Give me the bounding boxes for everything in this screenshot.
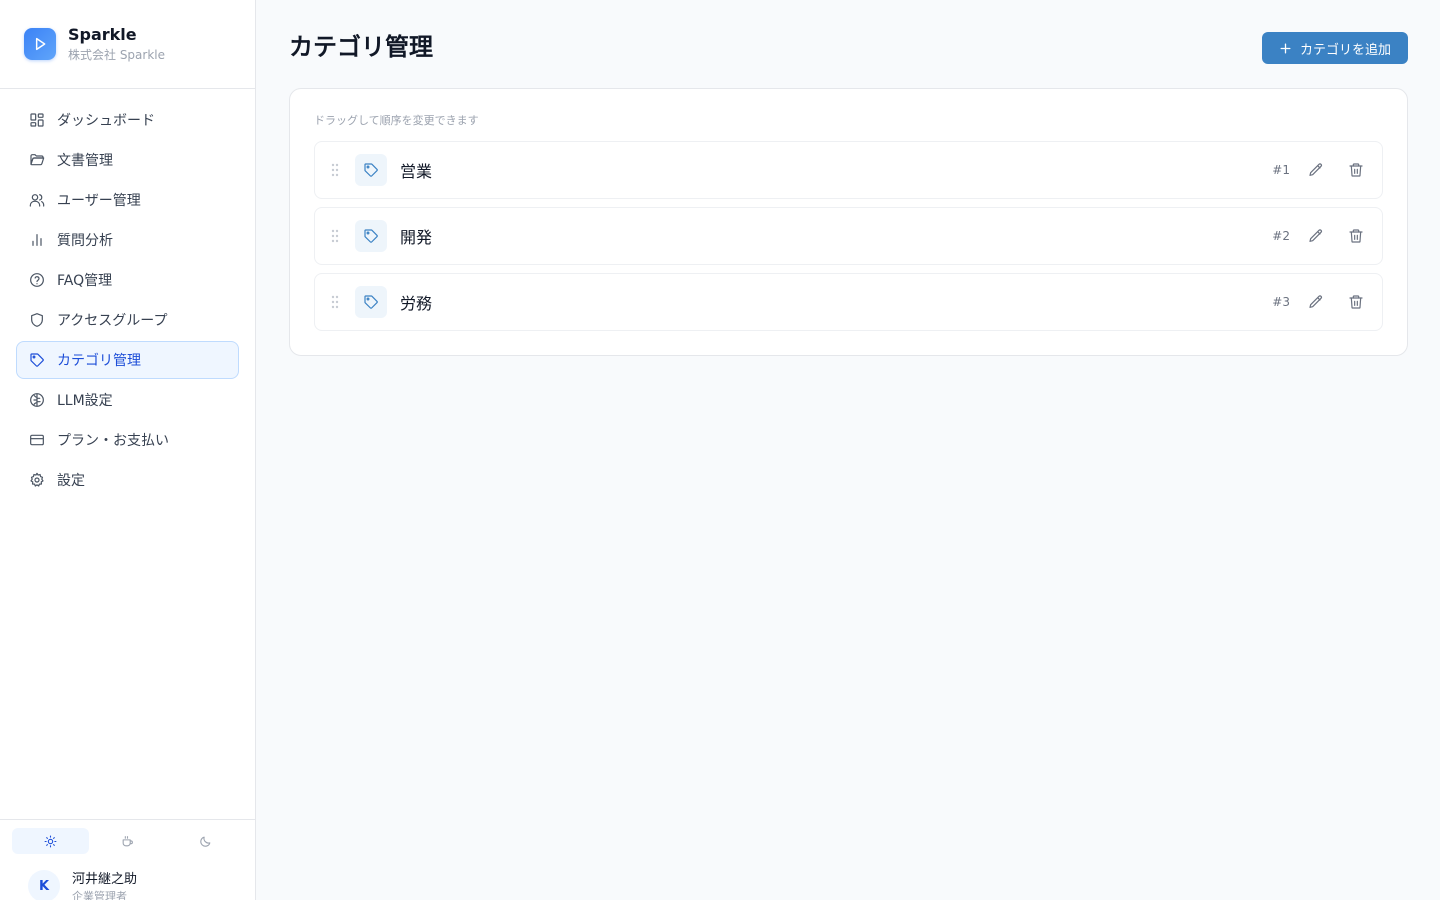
sidebar-item-dashboard[interactable]: ダッシュボード: [16, 101, 239, 139]
sun-icon: [44, 835, 57, 847]
brand-logo[interactable]: [24, 28, 56, 60]
drag-handle-icon[interactable]: [315, 295, 355, 309]
page-title: カテゴリ管理: [289, 33, 433, 61]
pencil-icon: [1309, 229, 1322, 242]
sidebar-item-llm-settings[interactable]: LLM設定: [16, 381, 239, 419]
category-order: #3: [1272, 295, 1290, 309]
sidebar-item-users[interactable]: ユーザー管理: [16, 181, 239, 219]
sidebar: Sparkle 株式会社 Sparkle ダッシュボード 文書管理 ユーザー管理: [0, 0, 256, 900]
bar-chart-icon: [29, 232, 45, 248]
category-name: 営業: [400, 162, 433, 181]
trash-icon: [1349, 163, 1363, 177]
trash-icon: [1349, 229, 1363, 243]
user-role: 企業管理者: [72, 890, 127, 900]
sidebar-item-label: カテゴリ管理: [57, 353, 141, 369]
brand-name: Sparkle: [68, 25, 137, 44]
list-item[interactable]: 営業 #1: [314, 141, 1383, 199]
folder-icon: [29, 152, 45, 168]
theme-switch: [12, 828, 244, 854]
tag-icon: [355, 220, 387, 252]
delete-button[interactable]: [1342, 156, 1370, 184]
brand-company: 株式会社 Sparkle: [68, 48, 166, 62]
sidebar-item-label: プラン・お支払い: [57, 433, 169, 449]
category-name: 開発: [400, 228, 433, 247]
user-name: 河井継之助: [72, 872, 138, 887]
tag-icon: [355, 286, 387, 318]
plus-icon: [1279, 42, 1292, 55]
sidebar-item-analytics[interactable]: 質問分析: [16, 221, 239, 259]
pencil-icon: [1309, 163, 1322, 176]
sidebar-item-label: LLM設定: [57, 393, 113, 409]
brand-header: Sparkle 株式会社 Sparkle: [0, 0, 255, 89]
tag-icon: [355, 154, 387, 186]
pencil-icon: [1309, 295, 1322, 308]
theme-warm-button[interactable]: [89, 828, 166, 854]
sidebar-item-settings[interactable]: 設定: [16, 461, 239, 499]
sidebar-item-categories[interactable]: カテゴリ管理: [16, 341, 239, 379]
user-profile[interactable]: K 河井継之助 企業管理者: [28, 870, 137, 900]
sidebar-item-label: 質問分析: [57, 233, 113, 249]
theme-light-button[interactable]: [12, 828, 90, 854]
category-list-card: ドラッグして順序を変更できます 営業 #1 開発 #2 労務 #3: [289, 88, 1408, 356]
coffee-icon: [123, 835, 134, 846]
trash-icon: [1349, 295, 1363, 309]
sidebar-nav: ダッシュボード 文書管理 ユーザー管理 質問分析 FAQ管理 アクセスグループ …: [0, 89, 255, 499]
sidebar-item-documents[interactable]: 文書管理: [16, 141, 239, 179]
category-order: #2: [1272, 229, 1290, 243]
avatar: K: [28, 870, 60, 900]
edit-button[interactable]: [1302, 222, 1330, 250]
shield-icon: [29, 312, 45, 328]
category-order: #1: [1272, 163, 1290, 177]
users-icon: [29, 192, 45, 208]
sidebar-item-faq[interactable]: FAQ管理: [16, 261, 239, 299]
drag-handle-icon[interactable]: [315, 163, 355, 177]
tag-icon: [29, 352, 45, 368]
edit-button[interactable]: [1302, 156, 1330, 184]
delete-button[interactable]: [1342, 288, 1370, 316]
play-icon: [35, 37, 46, 51]
category-name: 労務: [400, 294, 433, 313]
sidebar-item-label: 設定: [57, 473, 85, 489]
brain-icon: [29, 392, 45, 408]
drag-handle-icon[interactable]: [315, 229, 355, 243]
sidebar-item-label: 文書管理: [57, 153, 113, 169]
help-circle-icon: [29, 272, 45, 288]
list-item[interactable]: 開発 #2: [314, 207, 1383, 265]
add-category-button[interactable]: カテゴリを追加: [1262, 32, 1408, 64]
sidebar-item-label: FAQ管理: [57, 273, 113, 289]
dashboard-icon: [29, 112, 45, 128]
moon-icon: [200, 836, 211, 847]
sidebar-footer: K 河井継之助 企業管理者: [0, 819, 255, 900]
sidebar-item-billing[interactable]: プラン・お支払い: [16, 421, 239, 459]
edit-button[interactable]: [1302, 288, 1330, 316]
add-category-label: カテゴリを追加: [1299, 42, 1391, 58]
credit-card-icon: [29, 432, 45, 448]
theme-dark-button[interactable]: [167, 828, 244, 854]
sidebar-item-label: ダッシュボード: [57, 113, 155, 129]
list-item[interactable]: 労務 #3: [314, 273, 1383, 331]
drag-hint: ドラッグして順序を変更できます: [314, 114, 479, 127]
sidebar-item-access-groups[interactable]: アクセスグループ: [16, 301, 239, 339]
gear-icon: [29, 472, 45, 488]
delete-button[interactable]: [1342, 222, 1370, 250]
sidebar-item-label: アクセスグループ: [57, 313, 168, 329]
sidebar-item-label: ユーザー管理: [57, 193, 141, 209]
